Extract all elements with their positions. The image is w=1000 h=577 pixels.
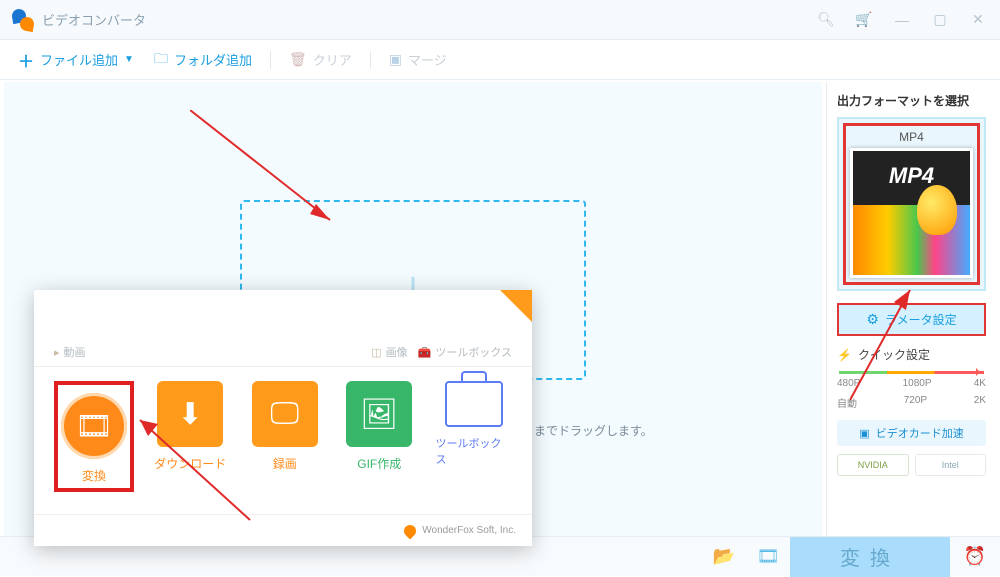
popup-footer: WonderFox Soft, Inc.: [34, 514, 532, 546]
output-format-selector[interactable]: MP4 MP4: [837, 117, 986, 291]
tool-label: 変換: [82, 467, 106, 484]
convert-label: 変換: [840, 542, 900, 571]
chip-label: NVIDIA: [858, 460, 888, 470]
window-minimize-icon[interactable]: —: [892, 12, 912, 28]
sidebar-title: 出力フォーマットを選択: [837, 92, 986, 109]
tool-download[interactable]: ⬇ ダウンロード: [152, 381, 229, 492]
settings-icon: ⚙: [866, 311, 879, 328]
add-file-label: ファイル追加: [40, 50, 118, 69]
chip-icon: ▣: [859, 427, 869, 440]
sidebar: 出力フォーマットを選択 MP4 MP4 ⚙ ラメータ設定 ⚡ クイック設定 48…: [826, 82, 996, 536]
tool-label: 録画: [273, 455, 297, 472]
window-maximize-icon[interactable]: ▢: [930, 11, 950, 28]
res-label: 720P: [904, 395, 927, 410]
corner-badge: [500, 290, 532, 322]
chip-label: Intel: [942, 460, 959, 470]
folder-icon: 🗀: [154, 48, 168, 72]
toolbox-section-icon: 🧰: [418, 346, 432, 359]
merge-label: マージ: [408, 50, 447, 69]
brand-label: WonderFox Soft, Inc.: [422, 525, 516, 536]
merge-icon: ▣: [389, 51, 402, 68]
cart-icon[interactable]: 🛒: [854, 11, 874, 28]
clear-button[interactable]: 🗑 クリア: [283, 50, 358, 69]
plus-icon: ＋: [18, 48, 34, 72]
quality-slider[interactable]: [839, 371, 984, 374]
separator: [270, 51, 271, 69]
res-label: 自動: [837, 395, 857, 410]
separator: [370, 51, 371, 69]
search-icon[interactable]: 🔍︎: [816, 11, 836, 28]
screen-icon: 🖵: [252, 381, 318, 447]
tool-label: ダウンロード: [154, 455, 226, 472]
intel-chip[interactable]: Intel: [915, 454, 987, 476]
quick-settings: ⚡ クイック設定 480P 1080P 4K 自動 720P 2K: [837, 346, 986, 410]
video-section-icon: ▸: [54, 346, 60, 359]
picture-icon: 🖼: [346, 381, 412, 447]
app-logo-icon: [12, 9, 34, 31]
film-icon: 🎞: [61, 393, 127, 459]
gpu-label: ビデオカード加速: [876, 425, 964, 441]
tools-popup: ▸動画 ◫画像 🧰ツールボックス 🎞 変換 ⬇ ダウンロード 🖵 録画 🖼 GI…: [34, 290, 532, 546]
schedule-icon[interactable]: ⏰: [950, 546, 1000, 567]
tool-record[interactable]: 🖵 録画: [247, 381, 324, 492]
image-section-icon: ◫: [371, 346, 381, 359]
add-folder-label: フォルダ追加: [174, 50, 252, 69]
clear-label: クリア: [313, 50, 352, 69]
chevron-down-icon: ▼: [124, 54, 134, 65]
toolbar: ＋ ファイル追加 ▼ 🗀 フォルダ追加 🗑 クリア ▣ マージ: [0, 40, 1000, 80]
app-title: ビデオコンバータ: [42, 10, 816, 29]
lightning-icon: ⚡: [837, 348, 852, 362]
download-icon: ⬇: [157, 381, 223, 447]
drop-hint-text: こまでドラッグします。: [522, 422, 653, 439]
window-close-icon[interactable]: ✕: [968, 11, 988, 28]
nvidia-chip[interactable]: NVIDIA: [837, 454, 909, 476]
gpu-accel-button[interactable]: ▣ ビデオカード加速: [837, 420, 986, 446]
res-label: 2K: [974, 395, 986, 410]
quick-label: クイック設定: [858, 346, 930, 363]
brand-icon: [402, 522, 419, 539]
format-label: MP4: [850, 130, 973, 144]
add-file-button[interactable]: ＋ ファイル追加 ▼: [12, 48, 140, 72]
res-label: 480P: [837, 378, 860, 389]
tool-gif[interactable]: 🖼 GIF作成: [341, 381, 418, 492]
titlebar: ビデオコンバータ 🔍︎ 🛒 — ▢ ✕: [0, 0, 1000, 40]
section-video: 動画: [64, 344, 86, 360]
tool-label: ツールボックス: [436, 435, 513, 467]
merge-button[interactable]: ▣ マージ: [383, 50, 453, 69]
folder-open-icon[interactable]: 📂: [702, 546, 746, 567]
format-thumb-text: MP4: [853, 163, 970, 189]
briefcase-icon: [445, 381, 503, 427]
param-label: ラメータ設定: [885, 311, 957, 328]
res-label: 1080P: [903, 378, 932, 389]
film-icon[interactable]: 🎞: [746, 546, 790, 567]
section-image: 画像: [386, 344, 408, 360]
add-folder-button[interactable]: 🗀 フォルダ追加: [148, 48, 258, 72]
tool-label: GIF作成: [357, 455, 401, 472]
tool-convert[interactable]: 🎞 変換: [54, 381, 134, 492]
res-label: 4K: [974, 378, 986, 389]
format-thumbnail: MP4: [850, 148, 973, 278]
trash-icon: 🗑: [289, 51, 307, 68]
format-thumb-art: [853, 205, 970, 275]
parameter-settings-button[interactable]: ⚙ ラメータ設定: [837, 303, 986, 336]
convert-button[interactable]: 変換: [790, 537, 950, 577]
tool-toolbox[interactable]: ツールボックス: [436, 381, 513, 492]
section-toolbox: ツールボックス: [435, 344, 512, 360]
